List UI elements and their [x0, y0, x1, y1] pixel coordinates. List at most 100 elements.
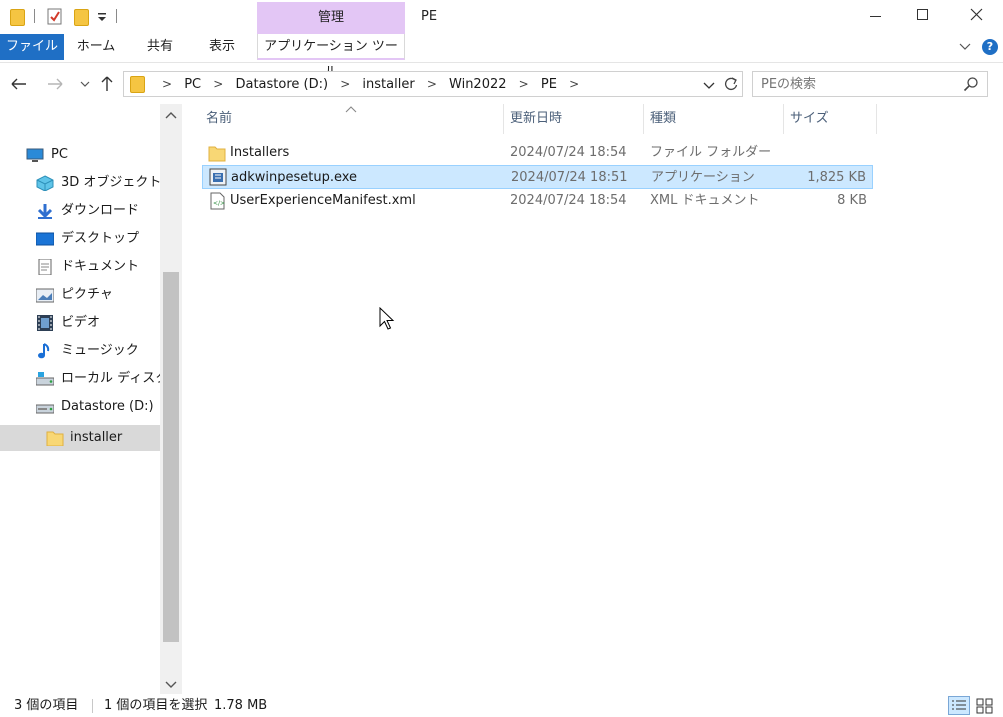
sidebar-item-label: デスクトップ	[61, 231, 140, 246]
breadcrumb-separator[interactable]: >	[565, 72, 583, 96]
recent-locations-icon[interactable]	[74, 73, 96, 95]
properties-icon[interactable]	[46, 8, 64, 26]
folder-icon	[46, 431, 64, 446]
3d-objects-icon	[36, 175, 54, 191]
breadcrumb-separator[interactable]: >	[209, 72, 227, 96]
column-header-name[interactable]: 名前	[200, 104, 504, 134]
window-title: PE	[421, 9, 438, 24]
sidebar-item-label: installer	[70, 430, 123, 445]
back-icon[interactable]	[8, 73, 30, 95]
search-box[interactable]	[752, 71, 988, 97]
column-header-size[interactable]: サイズ	[784, 104, 877, 134]
file-row-adkwinpesetup[interactable]: adkwinpesetup.exe 2024/07/24 18:51 アプリケー…	[202, 165, 873, 189]
folder-icon	[208, 146, 226, 162]
minimize-icon	[870, 16, 881, 17]
file-name: UserExperienceManifest.xml	[230, 193, 416, 208]
minimize-button[interactable]	[852, 0, 898, 32]
sidebar-item-label: ミュージック	[61, 343, 139, 358]
desktop-icon	[36, 232, 54, 246]
sidebar-item-label: PC	[51, 147, 68, 162]
close-button[interactable]	[954, 0, 1000, 32]
sidebar-item-desktop[interactable]: デスクトップ	[0, 226, 160, 252]
sidebar-item-videos[interactable]: ビデオ	[0, 310, 160, 336]
address-history-icon[interactable]	[700, 76, 718, 94]
file-size: 1,825 KB	[807, 170, 866, 185]
sidebar-item-downloads[interactable]: ダウンロード	[0, 198, 160, 224]
file-type: ファイル フォルダー	[650, 145, 772, 160]
sidebar-item-label: Datastore (D:)	[61, 399, 154, 414]
sidebar-item-label: 3D オブジェクト	[61, 175, 160, 190]
file-date: 2024/07/24 18:51	[511, 170, 628, 185]
selection-size: 1.78 MB	[214, 698, 268, 713]
breadcrumb-pc[interactable]: PC	[180, 73, 205, 97]
sidebar-scrollbar[interactable]	[160, 104, 182, 694]
file-date: 2024/07/24 18:54	[510, 145, 627, 160]
file-row-installers[interactable]: Installers 2024/07/24 18:54 ファイル フォルダー	[202, 141, 873, 165]
context-tab-group-label: 管理	[257, 2, 405, 34]
forward-icon[interactable]	[44, 73, 66, 95]
breadcrumb-separator[interactable]: >	[423, 72, 441, 96]
breadcrumb-datastore[interactable]: Datastore (D:)	[231, 73, 332, 97]
sidebar-item-installer[interactable]: installer	[0, 425, 160, 451]
selection-count: 1 個の項目を選択	[104, 698, 208, 713]
file-row-userexperiencemanifest[interactable]: </> UserExperienceManifest.xml 2024/07/2…	[202, 189, 873, 213]
file-date: 2024/07/24 18:54	[510, 193, 627, 208]
documents-icon	[38, 259, 52, 275]
file-type: XML ドキュメント	[650, 193, 760, 208]
videos-icon	[37, 315, 53, 331]
exe-icon	[209, 168, 227, 186]
sidebar-item-local-disk[interactable]: ローカル ディスク (C	[0, 366, 162, 392]
sidebar-item-label: ドキュメント	[61, 259, 140, 274]
breadcrumb-pe[interactable]: PE	[537, 73, 561, 97]
file-size: 8 KB	[837, 193, 867, 208]
status-divider	[92, 699, 93, 713]
details-view-icon[interactable]	[948, 696, 970, 715]
title-bar: 管理 PE	[0, 0, 1003, 34]
breadcrumb-win2022[interactable]: Win2022	[445, 73, 511, 97]
breadcrumb: > PC > Datastore (D:) > installer > Win2…	[158, 72, 583, 96]
sidebar-item-datastore[interactable]: Datastore (D:)	[0, 394, 160, 420]
new-folder-icon[interactable]	[74, 9, 89, 26]
scrollbar-thumb[interactable]	[163, 272, 179, 642]
expand-ribbon-icon[interactable]	[957, 38, 973, 54]
address-bar[interactable]: > PC > Datastore (D:) > installer > Win2…	[123, 71, 743, 97]
folder-icon[interactable]	[10, 9, 25, 26]
sidebar-item-music[interactable]: ミュージック	[0, 338, 160, 364]
tab-view[interactable]: 表示	[200, 34, 244, 60]
search-input[interactable]	[761, 75, 961, 93]
status-bar: 3 個の項目 1 個の項目を選択 1.78 MB	[0, 694, 1003, 717]
sidebar-item-documents[interactable]: ドキュメント	[0, 254, 160, 280]
folder-icon	[130, 76, 145, 93]
breadcrumb-separator[interactable]: >	[336, 72, 354, 96]
refresh-icon[interactable]	[722, 75, 740, 93]
help-icon[interactable]: ?	[982, 39, 998, 55]
sidebar-item-3d-objects[interactable]: 3D オブジェクト	[0, 170, 160, 196]
tab-home[interactable]: ホーム	[74, 34, 118, 60]
tab-file[interactable]: ファイル	[0, 34, 64, 60]
large-icons-view-icon[interactable]	[974, 696, 996, 715]
pc-icon	[26, 148, 44, 162]
breadcrumb-separator[interactable]: >	[515, 72, 533, 96]
music-icon	[38, 343, 50, 359]
breadcrumb-separator[interactable]: >	[158, 72, 176, 96]
maximize-icon	[917, 9, 928, 20]
customize-quick-access-icon[interactable]	[96, 10, 108, 24]
sidebar-item-label: ローカル ディスク (C	[61, 371, 162, 386]
column-header-type[interactable]: 種類	[644, 104, 784, 134]
search-icon[interactable]	[963, 76, 979, 92]
sidebar-item-pc[interactable]: PC	[0, 142, 160, 168]
navigation-bar: > PC > Datastore (D:) > installer > Win2…	[0, 62, 1003, 104]
column-header-date[interactable]: 更新日時	[504, 104, 644, 134]
tab-share[interactable]: 共有	[140, 34, 180, 60]
maximize-button[interactable]	[899, 0, 945, 32]
scroll-down-icon[interactable]	[163, 676, 179, 692]
breadcrumb-installer[interactable]: installer	[358, 73, 418, 97]
sidebar-item-pictures[interactable]: ピクチャ	[0, 282, 160, 308]
tab-application-tools[interactable]: アプリケーション ツール	[257, 34, 405, 80]
file-list: 名前 更新日時 種類 サイズ Installers 2024/07/24 18:…	[182, 104, 1003, 694]
pictures-icon	[36, 288, 54, 303]
scroll-up-icon[interactable]	[163, 108, 179, 124]
sidebar-item-label: ビデオ	[61, 315, 101, 330]
up-icon[interactable]	[96, 73, 118, 95]
local-disk-icon	[36, 372, 54, 386]
